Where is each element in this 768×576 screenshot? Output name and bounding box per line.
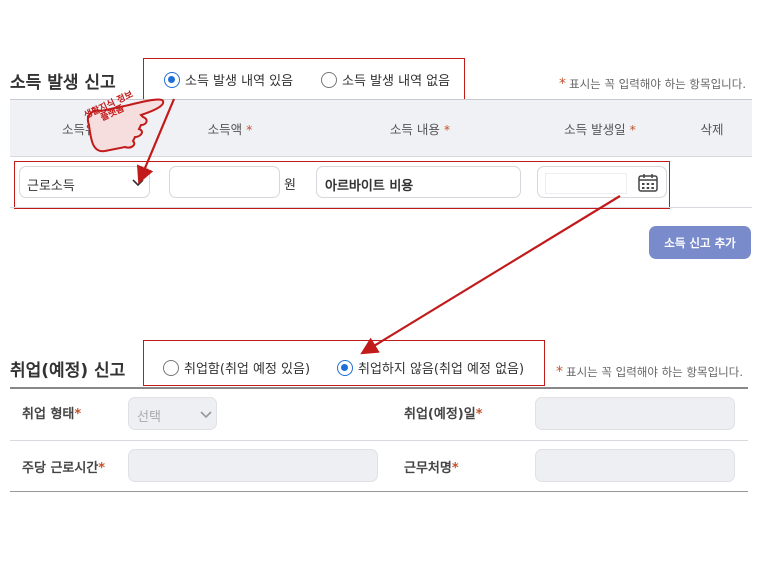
arrow-to-employment-options	[360, 195, 621, 355]
pointing-hand-stamp: 생활지식 정보 플랫폼	[75, 85, 170, 155]
